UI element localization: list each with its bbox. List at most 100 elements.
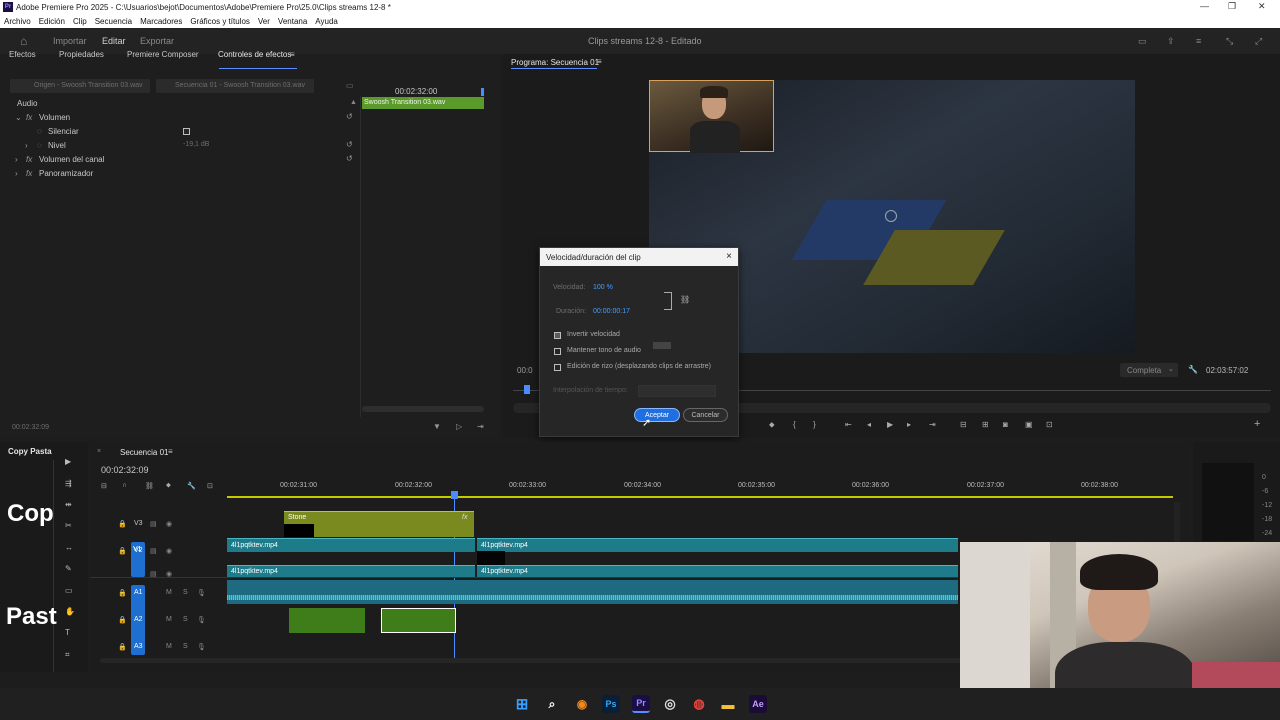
go-to-in-icon[interactable]: ⇤ (845, 420, 852, 429)
dialog-close-icon[interactable]: × (726, 251, 732, 262)
lock-a1-icon[interactable]: 🔒 (118, 589, 127, 597)
reset-canal-icon[interactable]: ↺ (346, 154, 353, 163)
track-a2-label[interactable]: A2 (134, 616, 143, 623)
snap-icon[interactable]: ∩ (122, 482, 127, 489)
mode-exportar[interactable]: Exportar (140, 36, 174, 46)
type-tool-icon[interactable]: T (65, 628, 70, 637)
pen-tool-icon[interactable]: ✎ (65, 564, 72, 573)
mic-a1-icon[interactable]: 🎙 (197, 589, 206, 597)
menu-edicion[interactable]: Edición (39, 17, 65, 26)
lock-a3-icon[interactable]: 🔒 (118, 643, 127, 651)
cancelar-button[interactable]: Cancelar (683, 408, 728, 422)
mic-a3-icon[interactable]: 🎙 (197, 643, 206, 651)
menu-secuencia[interactable]: Secuencia (95, 17, 132, 26)
folder-icon[interactable]: ▬ (719, 695, 737, 713)
slip-tool-icon[interactable]: ↔ (65, 543, 73, 552)
menu-graficos[interactable]: Gráficos y títulos (190, 17, 250, 26)
mode-importar[interactable]: Importar (53, 36, 87, 46)
premiere-icon[interactable]: Pr (632, 695, 650, 713)
speed-input[interactable]: 100 % (593, 284, 613, 291)
multicam-icon[interactable]: ⊡ (1046, 420, 1053, 429)
tab-propiedades[interactable]: Propiedades (59, 50, 104, 59)
camera-icon[interactable]: ◙ (1003, 420, 1008, 429)
rectangle-tool-icon[interactable]: ▭ (65, 586, 73, 595)
track-a3-label[interactable]: A3 (134, 643, 143, 650)
home-icon[interactable]: ⌂ (20, 34, 27, 48)
chrome-icon[interactable]: ◍ (690, 695, 708, 713)
selection-tool-icon[interactable]: ▶ (65, 457, 71, 466)
track-a1-label[interactable]: A1 (134, 589, 143, 596)
tab-controles-efectos[interactable]: Controles de efectos (218, 50, 291, 59)
fx-badge-canal[interactable]: fx (26, 155, 32, 164)
captions-icon[interactable]: ⊡ (207, 482, 213, 490)
caption-tool-icon[interactable]: ⌗ (65, 650, 70, 660)
close-button[interactable]: ✕ (1258, 1, 1266, 12)
aceptar-button[interactable]: Aceptar (634, 408, 680, 422)
add-button-icon[interactable]: + (1254, 418, 1260, 430)
expand-icon[interactable]: ⤢ (1255, 36, 1262, 47)
expand-volumen-icon[interactable]: ⌄ (15, 113, 22, 122)
stopwatch-icon[interactable]: ◌ (37, 127, 42, 136)
mute-a2-icon[interactable]: M (166, 616, 172, 623)
menu-archivo[interactable]: Archivo (4, 17, 31, 26)
eye-v2-icon[interactable]: ◉ (166, 547, 172, 555)
obs-icon[interactable]: ◎ (661, 695, 679, 713)
edicion-rizo-checkbox[interactable] (554, 364, 561, 371)
blender-icon[interactable]: ◉ (573, 695, 591, 713)
sync-v2-icon[interactable]: ▤ (150, 547, 157, 555)
invertir-velocidad-checkbox[interactable] (554, 332, 561, 339)
eye-v3-icon[interactable]: ◉ (166, 520, 172, 528)
expand-canal-icon[interactable]: › (15, 155, 18, 164)
menu-lines-icon[interactable]: ≡ (1196, 36, 1201, 46)
link-icon[interactable]: ⛓ (680, 295, 690, 304)
marker-icon[interactable]: ⬥ (769, 420, 775, 430)
photoshop-icon[interactable]: Ps (602, 695, 620, 713)
close-tab-icon[interactable]: × (97, 448, 101, 455)
track-v3-label[interactable]: V3 (134, 520, 143, 527)
tab-premiere-composer[interactable]: Premiere Composer (127, 50, 199, 59)
windows-icon[interactable]: ⊞ (513, 695, 531, 713)
audio-clip-a1[interactable] (227, 580, 958, 604)
track-select-icon[interactable]: ⇶ (65, 479, 72, 488)
fx-badge-panoramizador[interactable]: fx (26, 169, 32, 178)
extract-icon[interactable]: ⊞ (982, 420, 989, 429)
track-v2-label[interactable]: V2 (134, 547, 143, 554)
duration-input[interactable]: 00:00:00:17 (593, 308, 630, 315)
stopwatch-nivel-icon[interactable]: ◌ (37, 141, 42, 150)
lift-icon[interactable]: ⊟ (960, 420, 967, 429)
interp-select[interactable] (638, 385, 716, 397)
collapse-icon[interactable]: ⤡ (1226, 36, 1233, 47)
program-menu-icon[interactable]: ≡ (597, 57, 602, 66)
program-playhead[interactable] (524, 385, 530, 394)
video-clip-v2-right[interactable]: 4l1pqtktev.mp4 (477, 538, 958, 552)
solo-a2-icon[interactable]: S (183, 616, 188, 623)
lock-v3-icon[interactable]: 🔒 (118, 520, 127, 528)
quality-select[interactable]: Completa ⌄ (1120, 363, 1178, 377)
linked-icon[interactable]: ⛓ (145, 482, 154, 490)
fx-badge-volumen[interactable]: fx (26, 113, 32, 122)
razor-tool-icon[interactable]: ✂ (65, 521, 72, 530)
expand-nivel-icon[interactable]: › (25, 141, 28, 150)
toggle-icon[interactable]: ▭ (346, 81, 354, 90)
menu-ventana[interactable]: Ventana (278, 17, 307, 26)
expand-panoramizador-icon[interactable]: › (15, 169, 18, 178)
menu-clip[interactable]: Clip (73, 17, 87, 26)
hand-tool-icon[interactable]: ✋ (65, 607, 75, 616)
collapse-up-icon[interactable]: ▲ (350, 99, 357, 106)
add-marker-icon[interactable]: ⬥ (166, 482, 171, 490)
stone-clip[interactable]: Stone fx (284, 511, 474, 537)
compare-icon[interactable]: ▣ (1025, 420, 1033, 429)
nest-icon[interactable]: ⊟ (101, 482, 107, 490)
settings-wrench-icon[interactable]: 🔧 (187, 482, 196, 490)
go-to-out-icon[interactable]: ⇥ (929, 420, 936, 429)
tab-menu-icon[interactable]: ≡ (290, 50, 295, 59)
step-forward-icon[interactable]: ▸ (907, 420, 911, 429)
mode-editar[interactable]: Editar (102, 36, 126, 46)
source-tab[interactable]: Origen - Swoosh Transition 03.wav (10, 79, 150, 93)
sequence-tab-label[interactable]: Secuencia 01 (120, 448, 168, 457)
ec-clip-bar[interactable]: Swoosh Transition 03.wav (362, 97, 484, 109)
swoosh-clip-1[interactable] (289, 608, 365, 633)
ripple-tool-icon[interactable]: ⇹ (65, 500, 72, 509)
swoosh-clip-2-selected[interactable] (381, 608, 456, 633)
share-icon[interactable]: ⇪ (1167, 36, 1175, 47)
